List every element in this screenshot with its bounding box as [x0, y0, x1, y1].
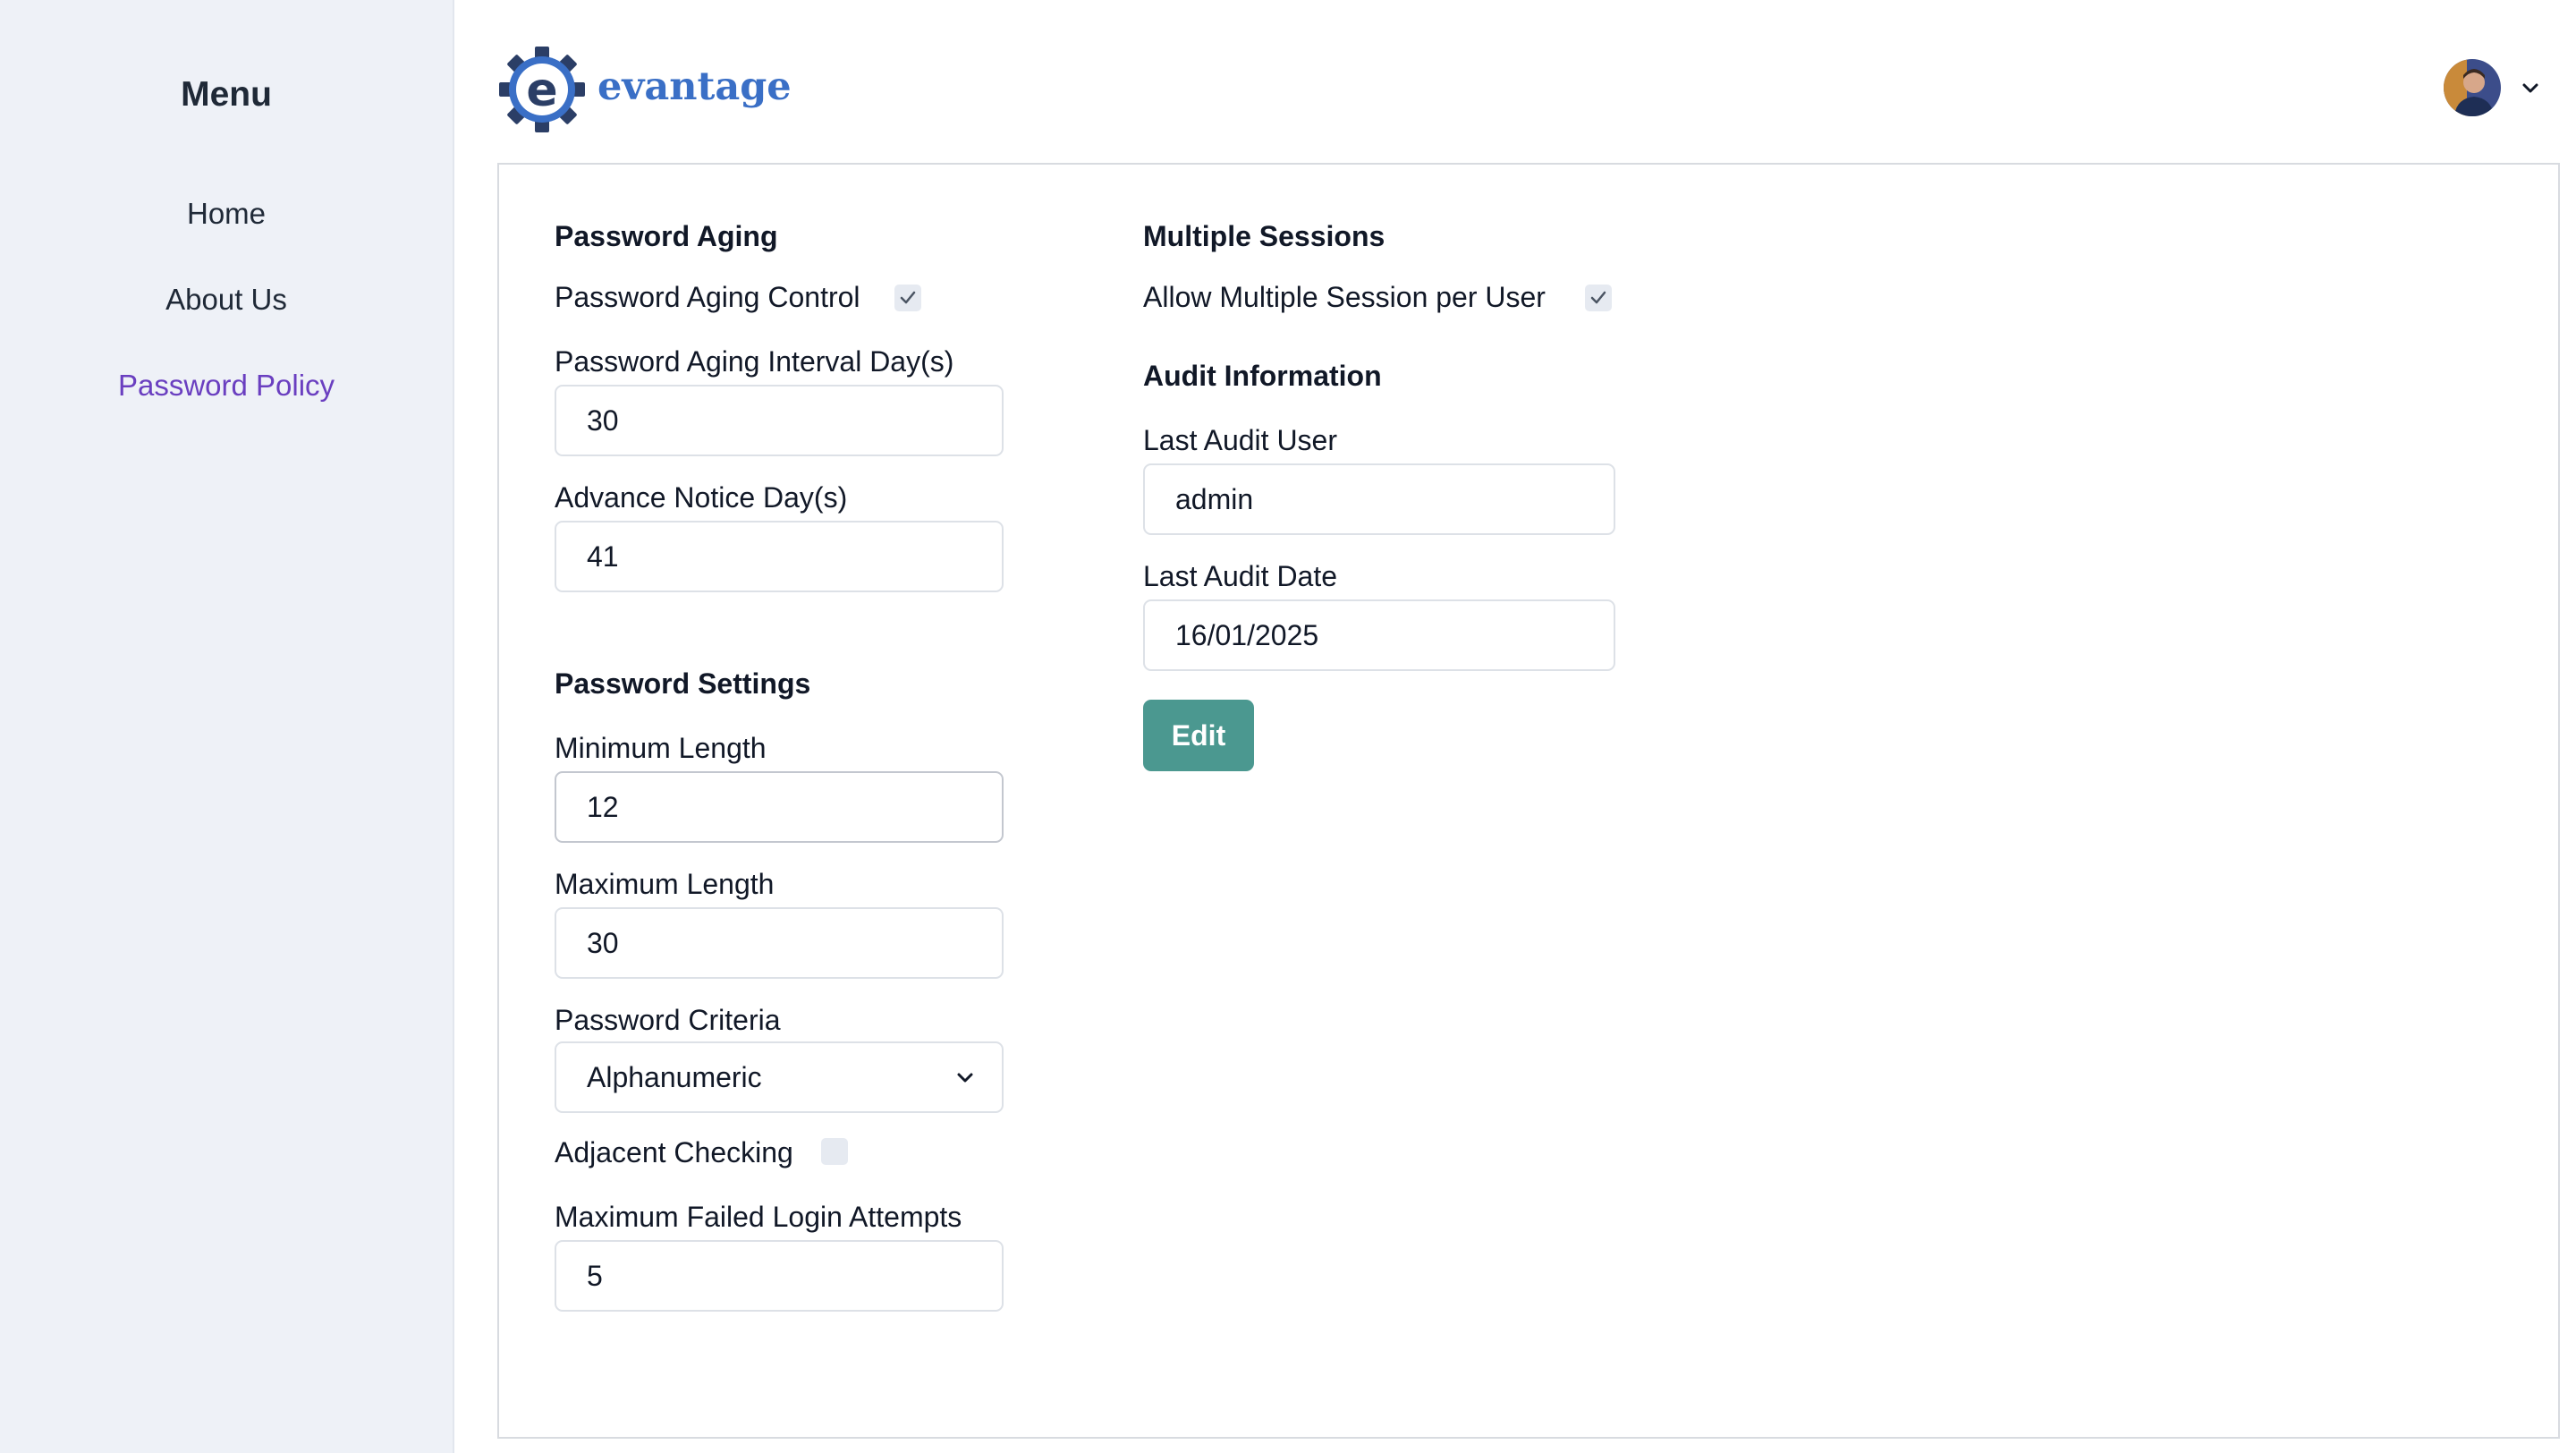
- sidebar-item-home[interactable]: Home: [0, 197, 453, 231]
- gear-e-logo-icon: e: [499, 47, 585, 132]
- allow-multiple-session-checkbox[interactable]: [1585, 285, 1612, 311]
- menu-title: Menu: [181, 75, 272, 114]
- chevron-down-icon[interactable]: [2521, 81, 2540, 95]
- minimum-length-input[interactable]: 12: [555, 771, 1004, 843]
- password-aging-interval-label: Password Aging Interval Day(s): [555, 345, 954, 378]
- password-criteria-value: Alphanumeric: [587, 1061, 762, 1093]
- last-audit-date-label: Last Audit Date: [1143, 560, 1338, 592]
- allow-multiple-session-label: Allow Multiple Session per User: [1143, 281, 1546, 313]
- password-settings-title: Password Settings: [555, 667, 811, 700]
- sidebar: Menu Home About Us Password Policy: [0, 0, 454, 1453]
- password-policy-panel: Password Aging Password Aging Control Pa…: [497, 163, 2560, 1439]
- maximum-length-label: Maximum Length: [555, 868, 775, 900]
- brand-name: evantage: [597, 64, 792, 109]
- minimum-length-label: Minimum Length: [555, 732, 767, 764]
- password-aging-title: Password Aging: [555, 220, 778, 252]
- adjacent-checking-label: Adjacent Checking: [555, 1136, 793, 1168]
- check-icon: [900, 291, 916, 304]
- last-audit-date-input[interactable]: 16/01/2025: [1143, 599, 1615, 671]
- advance-notice-label: Advance Notice Day(s): [555, 481, 848, 514]
- multiple-sessions-title: Multiple Sessions: [1143, 220, 1385, 252]
- brand-logo[interactable]: e evantage: [497, 45, 792, 134]
- edit-button[interactable]: Edit: [1143, 700, 1254, 771]
- advance-notice-input[interactable]: 41: [555, 521, 1004, 592]
- audit-information-title: Audit Information: [1143, 360, 1382, 392]
- check-icon: [1590, 291, 1606, 304]
- password-aging-interval-input[interactable]: 30: [555, 385, 1004, 456]
- max-failed-login-input[interactable]: 5: [555, 1240, 1004, 1312]
- maximum-length-input[interactable]: 30: [555, 907, 1004, 979]
- svg-text:e: e: [526, 64, 557, 117]
- sidebar-item-password-policy[interactable]: Password Policy: [0, 369, 453, 403]
- adjacent-checking-checkbox[interactable]: [821, 1138, 848, 1165]
- last-audit-user-label: Last Audit User: [1143, 424, 1337, 456]
- password-criteria-label: Password Criteria: [555, 1004, 781, 1036]
- password-aging-control-label: Password Aging Control: [555, 281, 860, 313]
- password-criteria-select[interactable]: Alphanumeric: [555, 1041, 1004, 1113]
- max-failed-login-label: Maximum Failed Login Attempts: [555, 1201, 962, 1233]
- chevron-down-icon: [957, 1073, 973, 1083]
- last-audit-user-input[interactable]: admin: [1143, 463, 1615, 535]
- sidebar-item-about-us[interactable]: About Us: [0, 283, 453, 317]
- password-aging-control-checkbox[interactable]: [894, 285, 921, 311]
- user-avatar[interactable]: [2444, 59, 2501, 116]
